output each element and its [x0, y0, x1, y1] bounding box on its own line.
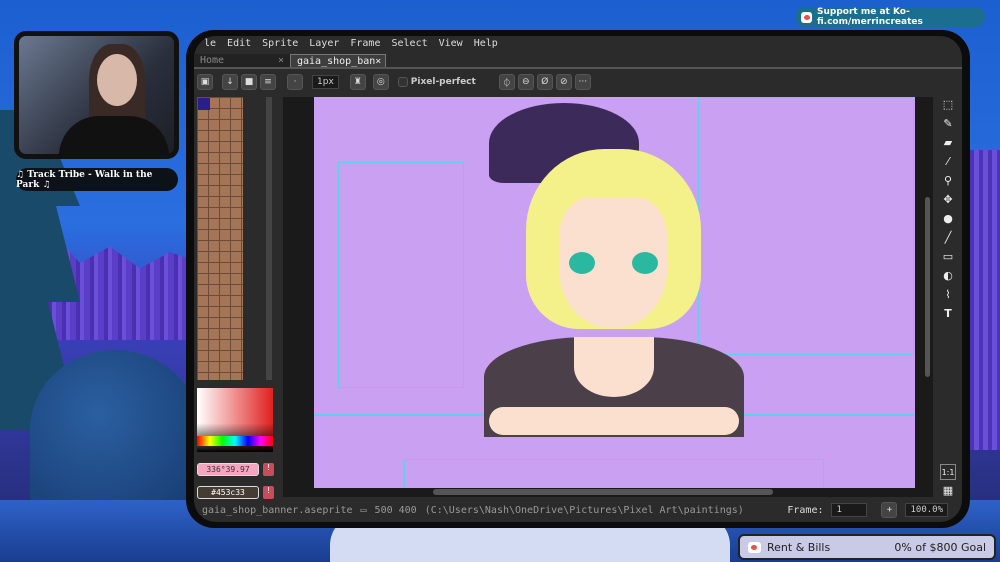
brush-size-field[interactable]: 1px	[312, 75, 339, 89]
sprite-size-icon: ▭	[360, 504, 367, 516]
tab-gaia-shop-banner[interactable]: gaia_shop_ban ×	[290, 54, 386, 67]
blur-icon[interactable]: ◐	[940, 268, 956, 284]
status-path: (C:\Users\Nash\OneDrive\Pictures\Pixel A…	[424, 504, 744, 516]
menu-view[interactable]: View	[439, 38, 463, 54]
smudge-icon[interactable]: ⌇	[940, 287, 956, 303]
webcam-feed	[14, 31, 179, 159]
hue-slider[interactable]	[197, 436, 273, 446]
page-icon[interactable]: ■	[241, 74, 257, 90]
tab-label: Home	[200, 55, 225, 66]
vertical-scrollbar[interactable]	[925, 197, 930, 377]
goal-widget: Rent & Bills 0% of $800 Goal	[738, 534, 996, 560]
menu-edit[interactable]: Edit	[227, 38, 251, 54]
warning-icon[interactable]: !	[263, 486, 274, 499]
close-icon[interactable]: ×	[278, 55, 284, 66]
tab-label: gaia_shop_ban	[297, 56, 376, 67]
symmetry-diagonal-icon[interactable]: Ø	[536, 74, 553, 90]
down-arrow-icon[interactable]: ↓	[222, 74, 238, 90]
pencil-icon[interactable]: ✎	[940, 116, 956, 132]
kofi-cup-icon	[748, 541, 761, 553]
aseprite-window: le Edit Sprite Layer Frame Select View H…	[186, 30, 970, 528]
menu-file[interactable]: le	[204, 38, 216, 54]
toolbar: ▣ ↓ ■ ≡ · 1px ♜ ◎ Pixel-perfect ⏀ ⊖ Ø ⊘ …	[194, 72, 962, 92]
goal-label: Rent & Bills	[767, 540, 831, 554]
kofi-banner[interactable]: Support me at Ko-fi.com/merrincreates	[795, 7, 985, 27]
symmetry-vertical-icon[interactable]: ⏀	[498, 74, 515, 90]
frame-label: Frame:	[787, 504, 824, 516]
menu-frame[interactable]: Frame	[350, 38, 380, 54]
now-playing: ♫ Track Tribe - Walk in the Park ♫	[16, 168, 178, 191]
zoom-icon[interactable]: ⚲	[940, 173, 956, 189]
tab-bar: Home × gaia_shop_ban ×	[194, 54, 962, 69]
kofi-cup-icon	[801, 11, 812, 23]
tab-home[interactable]: Home ×	[194, 54, 290, 67]
menu-sprite[interactable]: Sprite	[262, 38, 298, 54]
more-button[interactable]: ···	[574, 74, 591, 90]
one-to-one-icon[interactable]: 1:1	[940, 464, 956, 480]
eraser-icon[interactable]: ▰	[940, 135, 956, 151]
menu-lines-icon[interactable]: ≡	[260, 74, 276, 90]
grid-icon[interactable]: ▦	[940, 483, 956, 499]
zoom-field[interactable]: 100.0%	[905, 503, 948, 517]
pixel-bush	[30, 350, 200, 510]
stamp-icon[interactable]: ♜	[349, 74, 366, 90]
canvas-area[interactable]	[283, 97, 933, 497]
menu-layer[interactable]: Layer	[309, 38, 339, 54]
eyedropper-icon[interactable]: ⁄	[940, 154, 956, 170]
status-filename: gaia_shop_banner.aseprite	[202, 504, 353, 516]
move-icon[interactable]: ✥	[940, 192, 956, 208]
sprite-canvas[interactable]	[314, 97, 915, 488]
character-arms	[489, 407, 739, 435]
fill-icon[interactable]: ●	[940, 211, 956, 227]
tool-palette: ⬚ ✎ ▰ ⁄ ⚲ ✥ ● ╱ ▭ ◐ ⌇ T	[940, 97, 960, 322]
menu-bar: le Edit Sprite Layer Frame Select View H…	[194, 38, 498, 54]
menu-select[interactable]: Select	[391, 38, 427, 54]
lock-icon[interactable]: ▣	[197, 74, 213, 90]
goal-progress: 0% of $800 Goal	[894, 540, 986, 554]
marquee-icon[interactable]: ⬚	[940, 97, 956, 113]
symmetry-both-icon[interactable]: ⊘	[555, 74, 572, 90]
pixel-perfect-checkbox[interactable]	[397, 77, 408, 87]
menu-help[interactable]: Help	[474, 38, 498, 54]
foreground-color-field[interactable]: 336°39.97	[197, 463, 259, 476]
pixel-perfect-label: Pixel-perfect	[410, 77, 476, 87]
color-palette[interactable]	[197, 97, 243, 380]
warning-icon[interactable]: !	[263, 463, 274, 476]
status-bar: gaia_shop_banner.aseprite ▭ 500 400 (C:\…	[194, 502, 962, 518]
line-icon[interactable]: ╱	[940, 230, 956, 246]
close-icon[interactable]: ×	[375, 56, 381, 67]
pixel-city-right	[965, 150, 1000, 450]
rectangle-icon[interactable]: ▭	[940, 249, 956, 265]
brush-shape-button[interactable]: ·	[287, 74, 303, 90]
palette-scrollbar[interactable]	[266, 97, 272, 380]
frame-field[interactable]: 1	[831, 503, 868, 517]
symmetry-horizontal-icon[interactable]: ⊖	[517, 74, 534, 90]
kofi-text: Support me at Ko-fi.com/merrincreates	[817, 7, 923, 27]
text-icon[interactable]: T	[940, 306, 956, 322]
status-size: 500 400	[374, 504, 417, 516]
add-frame-button[interactable]: +	[881, 502, 898, 518]
ink-icon[interactable]: ◎	[372, 74, 389, 90]
horizontal-scrollbar[interactable]	[433, 489, 773, 495]
background-color-field[interactable]: #453c33	[197, 486, 259, 499]
palette-swatch-selected[interactable]	[198, 98, 210, 110]
